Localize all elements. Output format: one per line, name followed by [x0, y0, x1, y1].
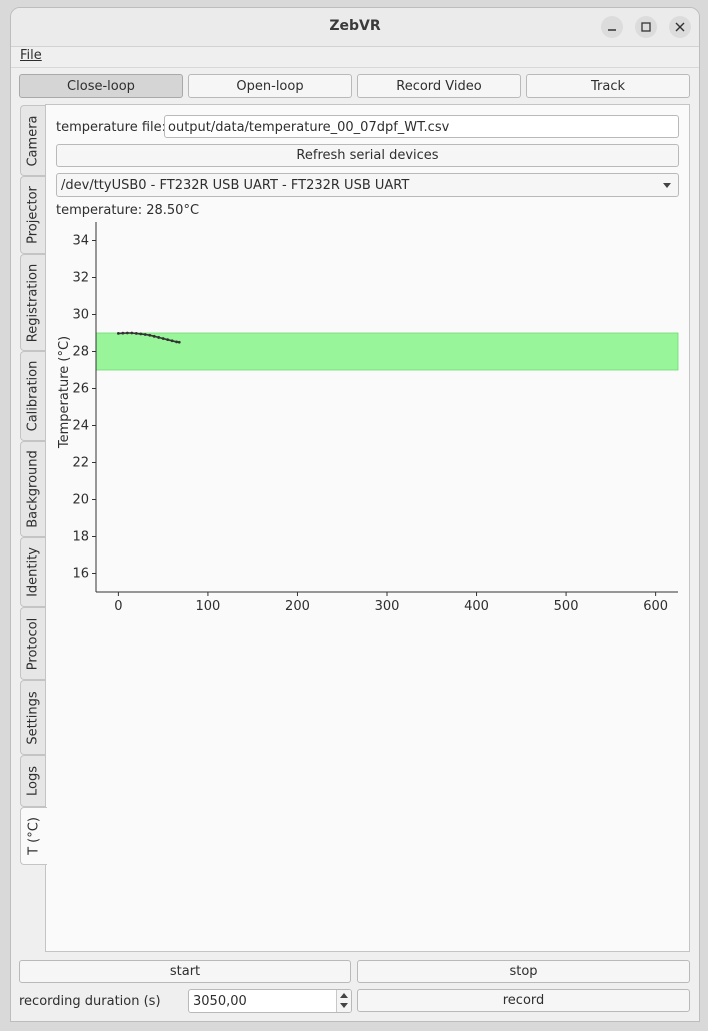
- menu-file[interactable]: File: [20, 48, 42, 63]
- temperature-data-point: [139, 332, 143, 336]
- x-tick-label: 200: [285, 599, 310, 614]
- close-button[interactable]: [669, 16, 691, 38]
- y-tick-label: 32: [72, 271, 89, 286]
- tab-label: Calibration: [25, 360, 41, 432]
- temperature-file-label: temperature file:: [56, 120, 167, 135]
- stop-button[interactable]: stop: [357, 960, 690, 983]
- x-tick-label: 600: [643, 599, 668, 614]
- temperature-chart: 16 18 20 22 24 26 28 30 32 34 0 100 200 300 400 500 600 T…: [57, 222, 679, 614]
- tab-calibration[interactable]: Calibration: [20, 351, 45, 441]
- chevron-down-icon[interactable]: [340, 1003, 348, 1008]
- tab-identity[interactable]: Identity: [20, 537, 45, 607]
- y-tick-label: 28: [72, 345, 89, 360]
- window-title: ZebVR: [329, 18, 381, 34]
- temperature-data-point: [166, 338, 170, 342]
- temperature-data-point: [125, 331, 129, 335]
- start-button[interactable]: start: [19, 960, 351, 983]
- recording-duration-value: 3050,00: [193, 994, 247, 1009]
- close-loop-button[interactable]: Close-loop: [19, 74, 183, 98]
- tab-label: Protocol: [25, 617, 41, 670]
- temperature-reading: temperature: 28.50°C: [56, 203, 200, 218]
- tab-protocol[interactable]: Protocol: [20, 607, 45, 680]
- record-video-button[interactable]: Record Video: [357, 74, 521, 98]
- open-loop-button[interactable]: Open-loop: [188, 74, 352, 98]
- x-tick-label: 300: [375, 599, 400, 614]
- y-tick-label: 34: [72, 234, 89, 249]
- tab-label: T (°C): [26, 817, 42, 855]
- tab-camera[interactable]: Camera: [20, 105, 45, 176]
- title-bar[interactable]: ZebVR: [11, 8, 699, 47]
- tab-label: Camera: [25, 114, 41, 167]
- temperature-file-input[interactable]: output/data/temperature_00_07dpf_WT.csv: [164, 115, 679, 138]
- temperature-data-point: [175, 340, 178, 344]
- chevron-down-icon: [663, 183, 671, 188]
- tab-temperature[interactable]: T (°C): [20, 807, 47, 865]
- close-icon: [675, 22, 685, 32]
- tab-label: Background: [25, 450, 41, 528]
- tab-registration[interactable]: Registration: [20, 254, 45, 351]
- y-tick-label: 20: [72, 493, 89, 508]
- chevron-up-icon[interactable]: [340, 993, 348, 998]
- temperature-data-point: [143, 333, 147, 336]
- temperature-data-point: [170, 339, 174, 343]
- spinbox-arrows[interactable]: [336, 990, 351, 1012]
- x-tick-label: 500: [554, 599, 579, 614]
- tab-projector[interactable]: Projector: [20, 176, 45, 254]
- temperature-data-point: [157, 336, 161, 339]
- refresh-serial-devices-button[interactable]: Refresh serial devices: [56, 144, 679, 167]
- serial-device-value: /dev/ttyUSB0 - FT232R USB UART - FT232R …: [61, 178, 410, 193]
- x-tick-label: 100: [196, 599, 221, 614]
- temperature-data-point: [130, 331, 134, 335]
- recording-duration-spinbox[interactable]: 3050,00: [188, 989, 352, 1013]
- y-axis-label: Temperature (°C): [57, 336, 72, 449]
- recording-duration-label: recording duration (s): [19, 994, 161, 1009]
- tab-label: Settings: [25, 690, 41, 745]
- tab-background[interactable]: Background: [20, 441, 45, 537]
- temperature-data-point: [148, 333, 152, 337]
- temperature-data-point: [161, 337, 165, 340]
- tab-label: Identity: [25, 547, 41, 597]
- y-tick-label: 22: [72, 456, 89, 471]
- y-tick-label: 24: [72, 419, 89, 434]
- temperature-data-point: [152, 334, 156, 338]
- temperature-panel: temperature file: output/data/temperatur…: [45, 104, 690, 952]
- x-tick-label: 0: [114, 599, 122, 614]
- maximize-button[interactable]: [635, 16, 657, 38]
- y-tick-label: 26: [72, 382, 89, 397]
- minimize-icon: [608, 29, 616, 31]
- tab-settings[interactable]: Settings: [20, 680, 45, 755]
- tab-label: Projector: [25, 186, 41, 244]
- y-tick-label: 30: [72, 308, 89, 323]
- tab-label: Registration: [25, 263, 41, 342]
- app-window: ZebVR File Close-loop Open-loop Record V…: [10, 7, 700, 1022]
- record-button[interactable]: record: [357, 989, 690, 1012]
- target-temperature-band: [95, 332, 679, 371]
- menu-bar: File: [11, 47, 699, 68]
- tab-label: Logs: [25, 766, 41, 796]
- x-tick-label: 400: [464, 599, 489, 614]
- track-button[interactable]: Track: [526, 74, 690, 98]
- maximize-icon: [641, 22, 651, 32]
- temperature-data-point: [116, 331, 120, 335]
- y-tick-label: 18: [72, 530, 89, 545]
- tab-logs[interactable]: Logs: [20, 755, 45, 807]
- minimize-button[interactable]: [601, 16, 623, 38]
- temperature-data-point: [177, 340, 181, 344]
- temperature-data-point: [121, 331, 125, 335]
- temperature-data-point: [134, 331, 138, 335]
- y-tick-label: 16: [72, 567, 89, 582]
- serial-device-select[interactable]: /dev/ttyUSB0 - FT232R USB UART - FT232R …: [56, 173, 679, 197]
